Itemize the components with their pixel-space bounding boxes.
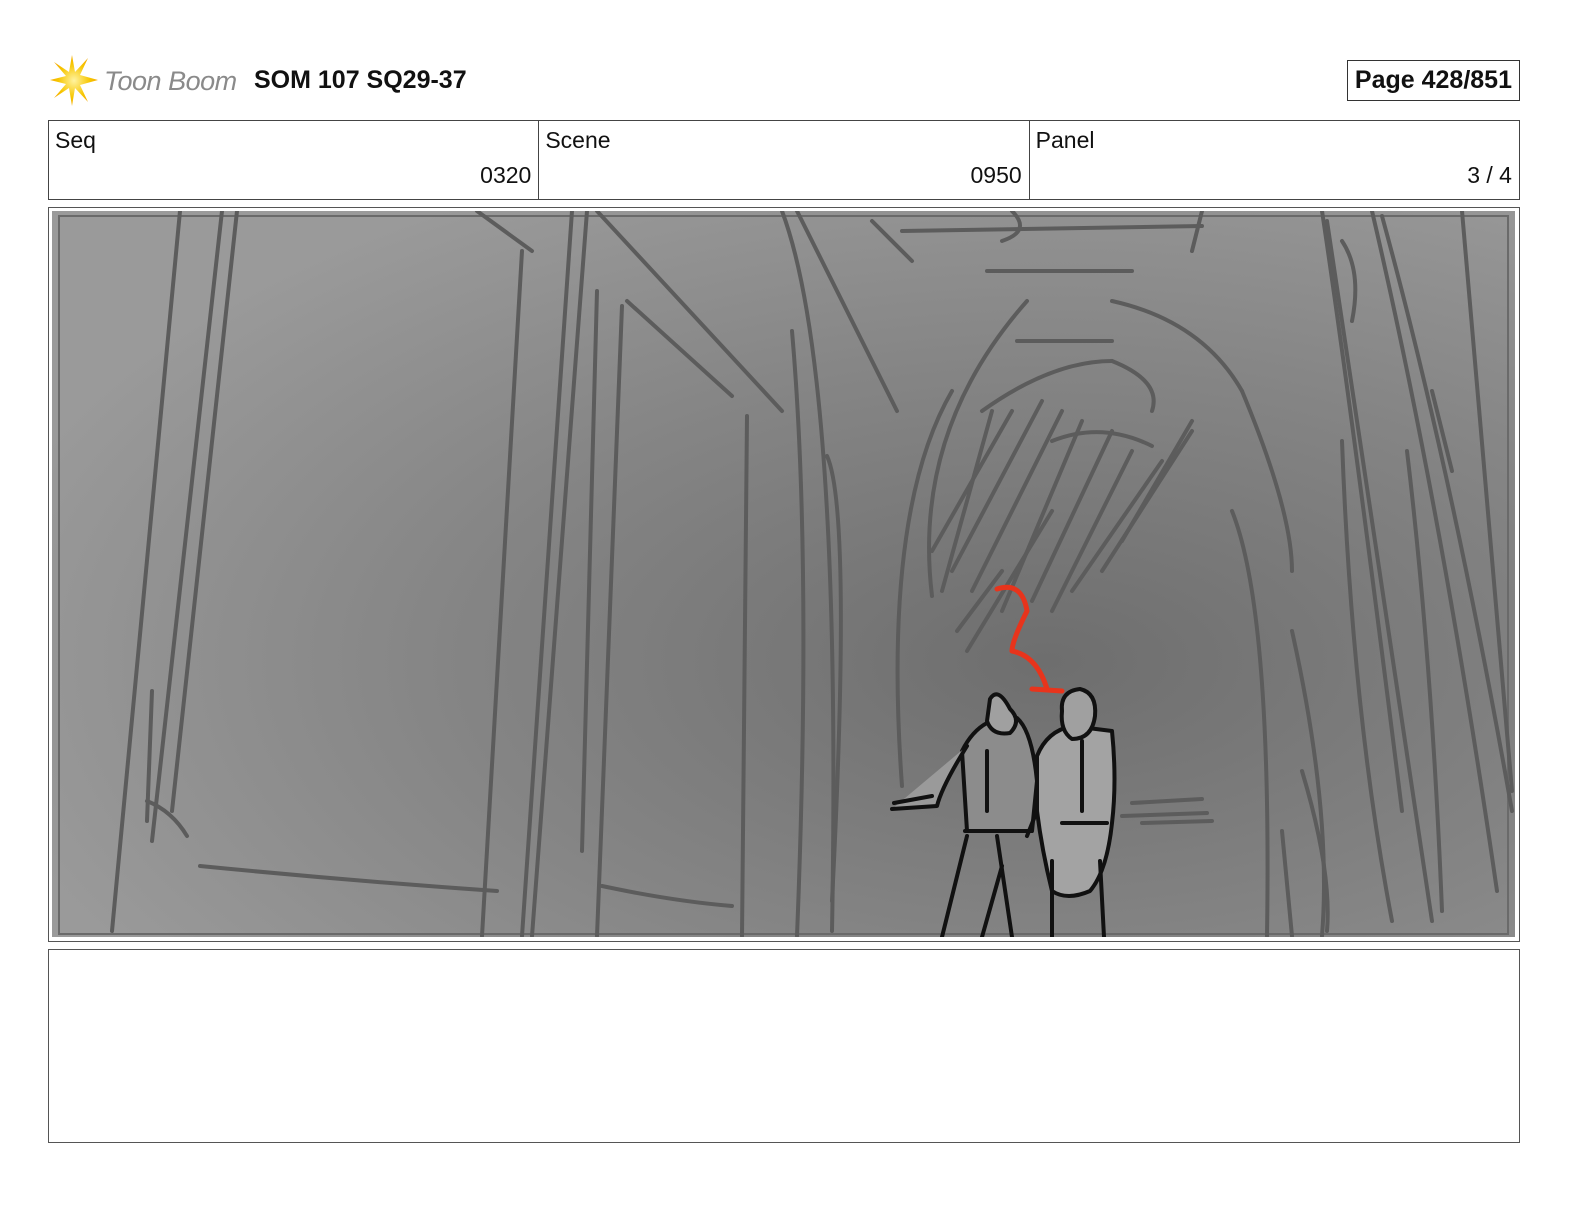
document-title: SOM 107 SQ29-37 [254, 66, 467, 94]
panel-label: Panel [1035, 127, 1095, 153]
seq-value: 0320 [480, 162, 532, 188]
seq-label: Seq [55, 127, 96, 153]
toon-boom-star-icon [50, 55, 98, 106]
panel-value: 3 / 4 [1467, 162, 1512, 188]
seq-cell: Seq 0320 [49, 121, 540, 199]
toon-boom-logo: Toon Boom [48, 54, 238, 108]
panel-cell: Panel 3 / 4 [1030, 121, 1519, 199]
logo-wordmark: Toon Boom [104, 66, 237, 96]
scene-cell: Scene 0950 [539, 121, 1030, 199]
page-header: Toon Boom SOM 107 SQ29-37 Page 428/851 [48, 52, 1520, 108]
page-indicator: Page 428/851 [1346, 60, 1520, 101]
scene-label: Scene [545, 127, 611, 153]
panel-info-table: Seq 0320 Scene 0950 Panel 3 / 4 [48, 120, 1520, 200]
sketch-background [52, 211, 1515, 937]
storyboard-panel-frame [48, 207, 1520, 942]
panel-notes-box [48, 949, 1520, 1143]
storyboard-sketch [52, 211, 1515, 937]
scene-value: 0950 [970, 162, 1022, 188]
